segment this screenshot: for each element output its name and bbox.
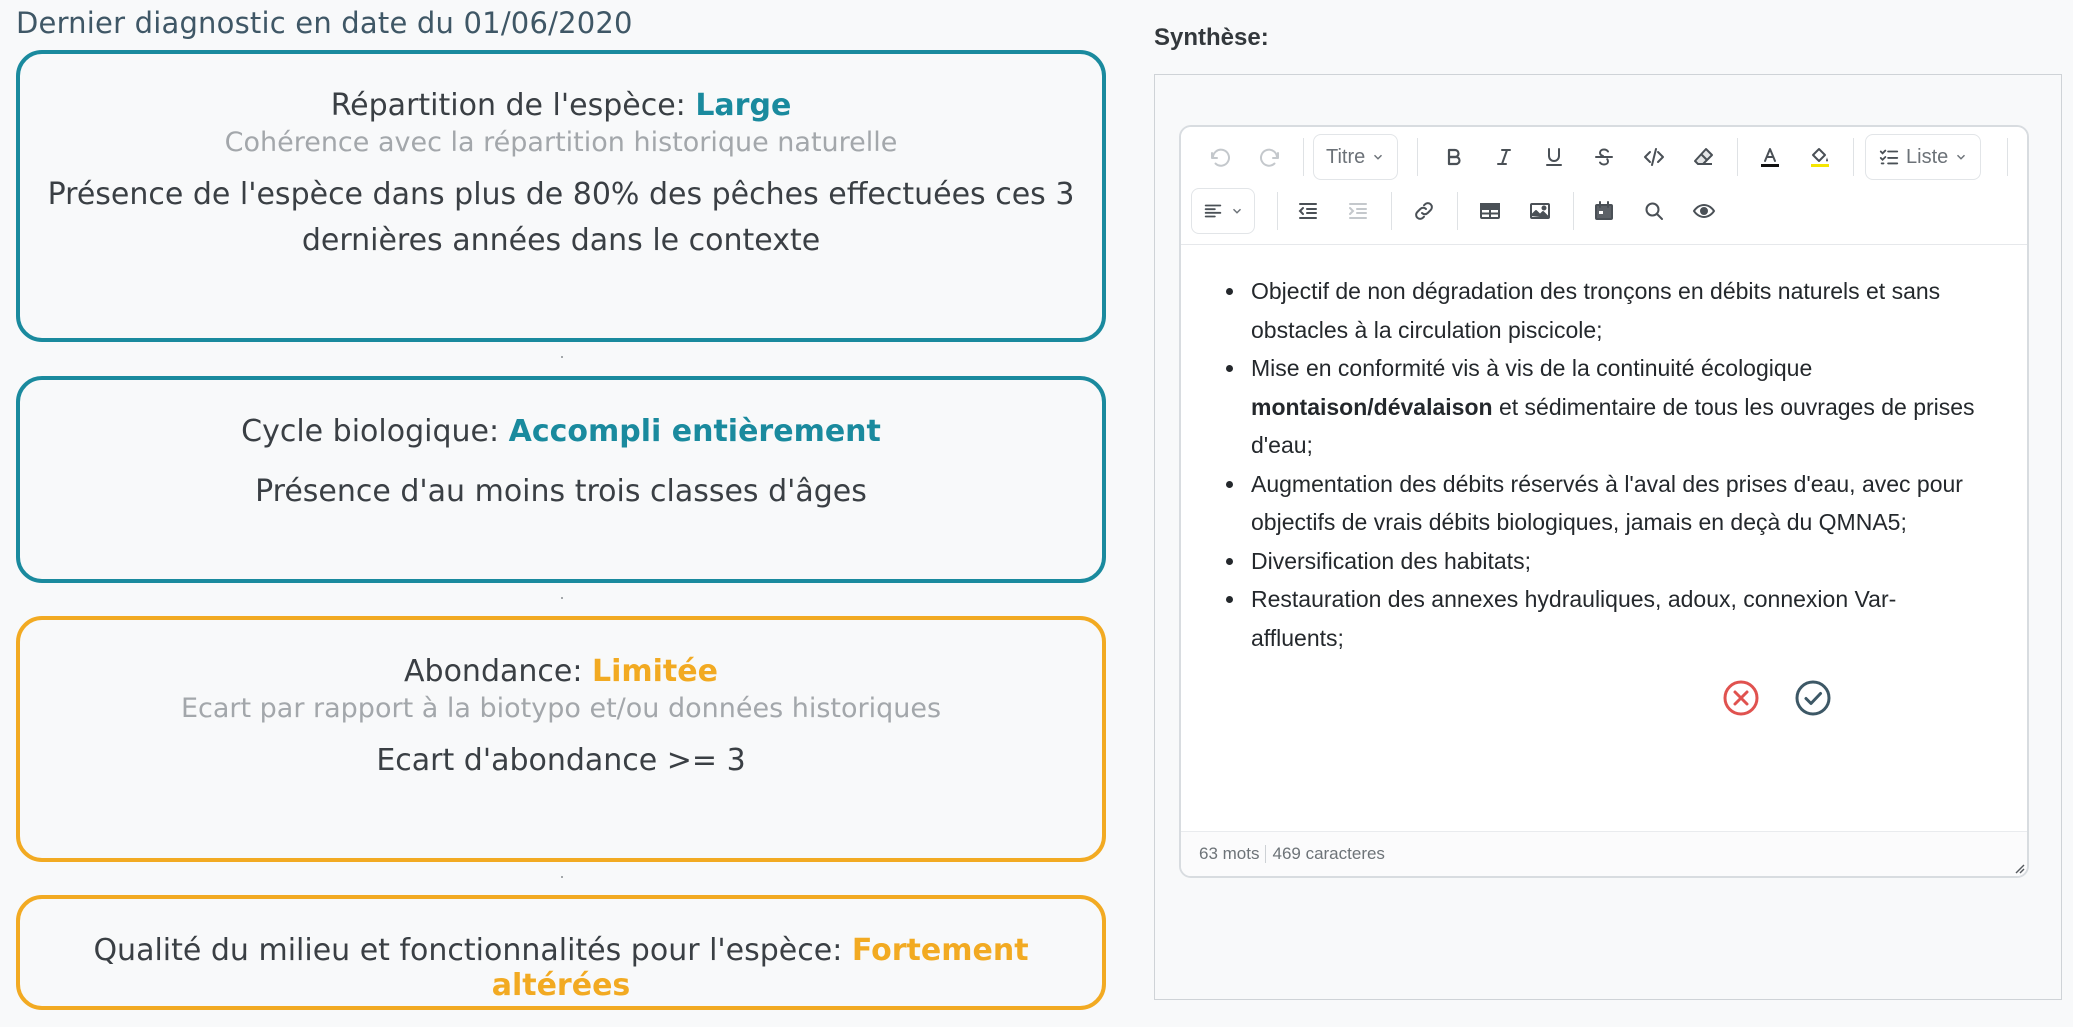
- checklist-icon: [1879, 149, 1899, 165]
- card-qualite-milieu: Qualité du milieu et fonctionnalités pou…: [16, 895, 1106, 1010]
- image-icon[interactable]: [1521, 192, 1559, 230]
- card-description-line: dernières années dans le contexte: [301, 223, 821, 258]
- synthese-container: Titre Liste • Objectif de non dégradatio…: [1154, 74, 2062, 1000]
- chevron-down-icon: [1232, 208, 1242, 214]
- bold-icon[interactable]: [1435, 138, 1473, 176]
- status-separator: [1265, 845, 1267, 863]
- redo-icon[interactable]: [1251, 138, 1289, 176]
- highlight-icon[interactable]: [1801, 138, 1839, 176]
- chevron-down-icon: [1374, 154, 1383, 160]
- list-dropdown[interactable]: Liste: [1865, 134, 1982, 180]
- strikethrough-icon[interactable]: [1585, 138, 1623, 176]
- italic-icon[interactable]: [1485, 138, 1523, 176]
- list-item: Diversification des habitats;: [1247, 542, 1987, 581]
- card-label: Cycle biologique:: [241, 414, 509, 449]
- text-color-icon[interactable]: [1751, 138, 1789, 176]
- align-left-icon: [1204, 204, 1222, 218]
- synthese-label: Synthèse:: [1154, 24, 1269, 51]
- page: Dernier diagnostic en date du 01/06/2020…: [0, 0, 2073, 1027]
- separator-dot: [561, 597, 563, 599]
- char-count: 469 caracteres: [1272, 844, 1385, 863]
- toolbar-separator: [1417, 138, 1418, 176]
- card-value: Large: [695, 88, 792, 123]
- heading-dropdown[interactable]: Titre: [1313, 134, 1399, 180]
- card-description: Présence de l'espèce dans plus de 80% de…: [20, 172, 1102, 264]
- toolbar-separator: [1391, 192, 1392, 230]
- list-item: Mise en conformité vis à vis de la conti…: [1247, 349, 1987, 465]
- card-description-line: Présence de l'espèce dans plus de 80% de…: [47, 177, 1075, 212]
- synthese-list: Objectif de non dégradation des tronçons…: [1221, 272, 1987, 657]
- card-subtitle: Ecart par rapport à la biotypo et/ou don…: [180, 693, 942, 724]
- separator-dot: [561, 876, 563, 878]
- table-icon[interactable]: [1471, 192, 1509, 230]
- separator-dot: [561, 356, 563, 358]
- underline-icon[interactable]: [1535, 138, 1573, 176]
- list-item: Objectif de non dégradation des tronçons…: [1247, 272, 1987, 349]
- search-icon[interactable]: [1635, 192, 1673, 230]
- card-value: Limitée: [591, 654, 718, 689]
- diagnostic-header: Dernier diagnostic en date du 01/06/2020: [16, 6, 633, 40]
- toolbar-separator: [1853, 138, 1854, 176]
- link-icon[interactable]: [1405, 192, 1443, 230]
- card-title: Qualité du milieu et fonctionnalités pou…: [20, 933, 1102, 1003]
- list-item-text: Mise en conformité vis à vis de la conti…: [1251, 355, 1813, 381]
- card-label: Abondance:: [404, 654, 592, 689]
- diagnostic-panel: Dernier diagnostic en date du 01/06/2020…: [0, 0, 1128, 1027]
- editor-content[interactable]: Objectif de non dégradation des tronçons…: [1181, 246, 2027, 821]
- toolbar-separator: [2007, 138, 2008, 176]
- card-label: Répartition de l'espèce:: [330, 88, 696, 123]
- list-item: Augmentation des débits réservés à l'ava…: [1247, 465, 1987, 542]
- editor-toolbar: Titre Liste: [1181, 127, 2027, 245]
- list-item: Restauration des annexes hydrauliques, a…: [1247, 580, 1987, 657]
- resize-handle-icon[interactable]: [2013, 862, 2025, 874]
- toolbar-separator: [1573, 192, 1574, 230]
- toolbar-separator: [1457, 192, 1458, 230]
- align-dropdown[interactable]: [1191, 188, 1255, 234]
- word-count: 63 mots: [1199, 844, 1260, 863]
- eraser-icon[interactable]: [1685, 138, 1723, 176]
- toolbar-separator: [1303, 138, 1304, 176]
- card-value: Accompli entièrement: [508, 414, 881, 449]
- toolbar-separator: [1737, 138, 1738, 176]
- code-icon[interactable]: [1635, 138, 1673, 176]
- chevron-down-icon: [1957, 154, 1966, 160]
- card-description: Présence d'au moins trois classes d'âges: [255, 474, 867, 509]
- undo-icon[interactable]: [1201, 138, 1239, 176]
- indent-icon[interactable]: [1339, 192, 1377, 230]
- confirm-icon[interactable]: [1793, 678, 1833, 718]
- toolbar-separator: [1277, 192, 1278, 230]
- editor-status-bar: 63 mots 469 caracteres: [1181, 831, 2027, 876]
- list-dropdown-label: Liste: [1906, 145, 1949, 168]
- card-title: Cycle biologique: Accompli entièrement: [20, 414, 1102, 449]
- card-abondance: Abondance: Limitée Ecart par rapport à l…: [16, 616, 1106, 862]
- cancel-icon[interactable]: [1721, 678, 1761, 718]
- card-title: Répartition de l'espèce: Large: [20, 88, 1102, 123]
- synthese-panel: Synthèse: Titre Liste • Objectif de non …: [1128, 0, 2073, 1027]
- outdent-icon[interactable]: [1289, 192, 1327, 230]
- card-repartition: Répartition de l'espèce: Large Cohérence…: [16, 50, 1106, 342]
- calendar-icon[interactable]: [1585, 192, 1623, 230]
- eye-icon[interactable]: [1685, 192, 1723, 230]
- list-item-bold-text: montaison/dévalaison: [1251, 393, 1493, 420]
- rich-text-editor: Titre Liste • Objectif de non dégradatio…: [1179, 125, 2029, 878]
- card-cycle-biologique: Cycle biologique: Accompli entièrement P…: [16, 376, 1106, 583]
- heading-dropdown-label: Titre: [1326, 145, 1366, 168]
- card-subtitle: Cohérence avec la répartition historique…: [224, 127, 898, 158]
- card-title: Abondance: Limitée: [20, 654, 1102, 689]
- card-description: Ecart d'abondance >= 3: [376, 743, 746, 778]
- card-label: Qualité du milieu et fonctionnalités pou…: [93, 933, 852, 968]
